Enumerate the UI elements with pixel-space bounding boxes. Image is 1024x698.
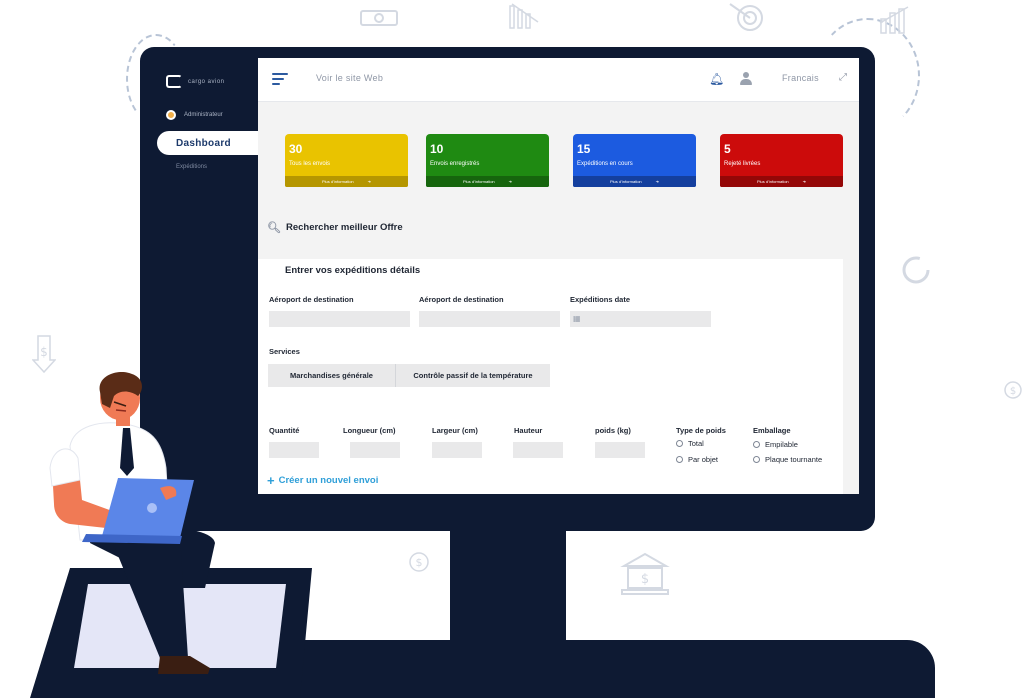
weight-input[interactable]: [595, 442, 645, 458]
packaging-stackable-radio[interactable]: Empilable: [753, 440, 798, 449]
user-icon[interactable]: [740, 72, 752, 85]
sidebar-user[interactable]: Administrateur: [166, 110, 223, 120]
app-logo[interactable]: cargo avion: [166, 75, 225, 88]
dollar-coin-icon: $: [1004, 381, 1022, 399]
packaging-turntable-radio[interactable]: Plaque tournante: [753, 455, 822, 464]
refresh-cycle-icon: [902, 256, 930, 284]
target-icon: [729, 3, 763, 31]
visit-website-link[interactable]: Voir le site Web: [316, 73, 383, 83]
form-title: Entrer vos expéditions détails: [285, 265, 421, 276]
stat-card-all-shipments[interactable]: 30 Tous les envois Plus d'information ➜: [285, 134, 408, 187]
monitor-stand-neck: [450, 530, 566, 645]
shipment-date-label: Expéditions date: [570, 295, 631, 304]
weight-label: poids (kg): [595, 426, 631, 435]
logo-icon: [166, 75, 182, 88]
search-title-text: Rechercher meilleur Offre: [285, 222, 403, 233]
menu-toggle-icon[interactable]: [272, 73, 288, 85]
fullscreen-icon[interactable]: ⤢: [839, 72, 847, 83]
destination-airport-input[interactable]: [269, 311, 410, 327]
svg-text:$: $: [40, 345, 48, 359]
bar-chart-down-icon: [509, 3, 539, 29]
dollar-coin-icon: $: [409, 552, 429, 572]
width-label: Largeur (cm): [432, 426, 478, 435]
sidebar-item-expeditions[interactable]: Expéditions: [176, 164, 207, 170]
stat-count: 5: [724, 142, 731, 156]
calendar-icon: ▦: [573, 314, 581, 323]
height-input[interactable]: [513, 442, 563, 458]
bell-icon[interactable]: 🔔︎: [709, 72, 724, 86]
person-with-laptop-illustration: [30, 372, 312, 698]
sidebar-item-dashboard[interactable]: Dashboard: [157, 131, 261, 155]
user-name: Administrateur: [184, 112, 223, 118]
search-best-offer-heading: 🔍︎ Rechercher meilleur Offre: [267, 221, 403, 234]
weight-type-per-item-radio[interactable]: Par objet: [676, 455, 718, 464]
logo-text: cargo avion: [188, 78, 225, 85]
arrow-right-icon: ➜: [802, 179, 807, 184]
stat-count: 30: [289, 142, 303, 156]
arrow-right-icon: ➜: [655, 179, 660, 184]
svg-text:$: $: [1010, 386, 1016, 397]
weight-type-total-radio[interactable]: Total: [676, 439, 704, 448]
search-icon: 🔍︎: [267, 222, 281, 234]
stat-label: Envois enregistrés: [430, 161, 480, 167]
stat-label: Rejeté livrées: [724, 161, 761, 167]
stat-count: 10: [430, 142, 444, 156]
length-input[interactable]: [350, 442, 400, 458]
bar-chart-up-icon: [879, 6, 909, 34]
top-bar: Voir le site Web 🔔︎ Francais ⤢: [258, 58, 859, 102]
svg-text:$: $: [416, 556, 423, 569]
avatar: [166, 110, 176, 120]
width-input[interactable]: [432, 442, 482, 458]
stat-more-info-link[interactable]: Plus d'information ➜: [720, 176, 843, 187]
weight-type-label: Type de poids: [676, 426, 726, 435]
arrow-right-icon: ➜: [367, 179, 372, 184]
destination-airport-input-2[interactable]: [419, 311, 560, 327]
stat-card-in-progress[interactable]: 15 Expéditions en cours Plus d'informati…: [573, 134, 696, 187]
stat-more-info-link[interactable]: Plus d'information ➜: [426, 176, 549, 187]
banknote-icon: [360, 10, 398, 26]
app-screen: Voir le site Web 🔔︎ Francais ⤢ 30 Tous l…: [258, 58, 859, 494]
language-selector[interactable]: Francais: [782, 73, 819, 83]
arrow-right-icon: ➜: [508, 179, 513, 184]
bank-building-icon: $: [620, 552, 670, 595]
stat-more-info-link[interactable]: Plus d'information ➜: [285, 176, 408, 187]
service-option-temperature-control[interactable]: Contrôle passif de la température: [395, 364, 550, 387]
shipment-date-input[interactable]: ▦: [570, 311, 711, 327]
packaging-label: Emballage: [753, 426, 791, 435]
stat-label: Tous les envois: [289, 161, 331, 167]
services-label: Services: [269, 347, 300, 356]
svg-text:$: $: [641, 572, 649, 587]
stat-card-registered[interactable]: 10 Envois enregistrés Plus d'information…: [426, 134, 549, 187]
height-label: Hauteur: [514, 426, 543, 435]
stat-count: 15: [577, 142, 591, 156]
destination-airport-label: Aéroport de destination: [269, 295, 354, 304]
destination-airport-label: Aéroport de destination: [419, 295, 504, 304]
stat-label: Expéditions en cours: [577, 161, 633, 167]
shipment-form: Entrer vos expéditions détails Aéroport …: [258, 259, 843, 494]
length-label: Longueur (cm): [343, 426, 396, 435]
stat-more-info-link[interactable]: Plus d'information ➜: [573, 176, 696, 187]
stat-card-rejected[interactable]: 5 Rejeté livrées Plus d'information ➜: [720, 134, 843, 187]
